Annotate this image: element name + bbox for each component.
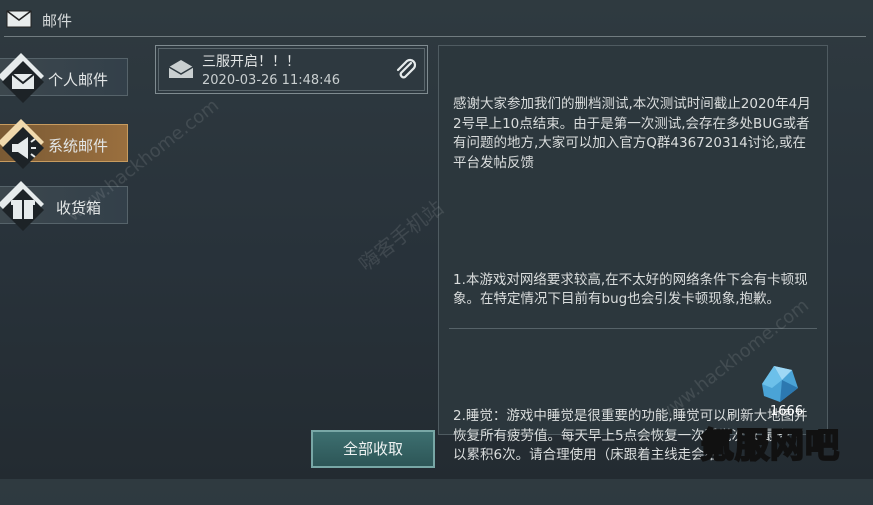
tab-system-mail[interactable]: 系统邮件 — [0, 119, 128, 169]
mail-time: 2020-03-26 11:48:46 — [202, 73, 341, 88]
tab-personal-mail[interactable]: 个人邮件 — [0, 53, 128, 103]
mail-paragraph: 1.本游戏对网络要求较高,在不太好的网络条件下会有卡顿现象。在特定情况下目前有b… — [453, 271, 808, 308]
brand-watermark: 氪服网吧 — [699, 425, 840, 467]
envelope-icon — [6, 10, 32, 28]
attachment-count: 1666 — [770, 404, 804, 419]
header-divider — [4, 36, 866, 37]
tab-system-mail-label: 系统邮件 — [48, 137, 109, 155]
tab-personal-mail-label: 个人邮件 — [48, 71, 109, 89]
envelope-icon — [168, 60, 194, 78]
mail-subject: 三服开启！！！ — [202, 54, 300, 70]
paperclip-icon — [396, 58, 417, 79]
mail-header: 邮件 — [0, 0, 873, 38]
mail-paragraph: 感谢大家参加我们的删档测试,本次测试时间截止2020年4月2号早上10点结束。由… — [453, 96, 811, 171]
mail-list-item[interactable]: 三服开启！！！ 2020-03-26 11:48:46 — [155, 45, 428, 94]
crystal-gem-icon — [762, 366, 798, 402]
claim-all-button[interactable]: 全部收取 — [311, 430, 435, 468]
attachment-reward[interactable]: 1666 — [748, 358, 804, 422]
page-title: 邮件 — [42, 12, 73, 30]
watermark: 嗨客手机站 — [354, 195, 448, 276]
